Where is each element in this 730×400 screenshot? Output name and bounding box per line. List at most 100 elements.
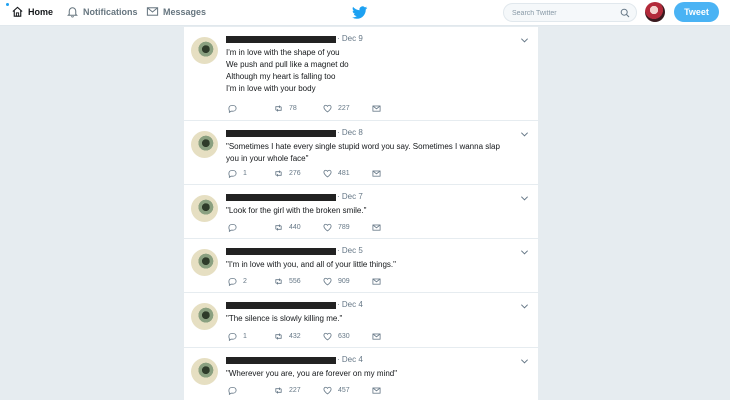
redacted-author-name[interactable]: [226, 194, 336, 201]
redacted-author-name[interactable]: [226, 130, 336, 137]
tweet-date[interactable]: · Dec 4: [337, 300, 363, 309]
nav-notifications[interactable]: Notifications: [66, 5, 138, 18]
retweet-count: 78: [289, 105, 297, 112]
reply-button[interactable]: [228, 386, 243, 395]
retweet-button[interactable]: 432: [274, 332, 301, 341]
nav-home-label: Home: [28, 6, 54, 17]
tweet-author-avatar[interactable]: [191, 249, 218, 276]
redacted-author-name[interactable]: [226, 357, 336, 364]
tweet-item[interactable]: · Dec 4 "The silence is slowly killing m…: [184, 293, 538, 348]
tweet-author-avatar[interactable]: [191, 195, 218, 222]
tweet-author-avatar[interactable]: [191, 303, 218, 330]
like-button[interactable]: 630: [323, 332, 350, 341]
envelope-icon: [372, 105, 381, 112]
retweet-icon: [275, 333, 282, 340]
search-box[interactable]: [503, 3, 637, 22]
tweet-item[interactable]: · Dec 9 I'm in love with the shape of yo…: [184, 27, 538, 121]
retweet-button[interactable]: 78: [274, 104, 297, 113]
like-button[interactable]: 481: [323, 169, 350, 178]
tweet-text-line: "I'm in love with you, and all of your l…: [226, 260, 396, 269]
nav-home[interactable]: Home: [11, 5, 53, 18]
direct-message-button[interactable]: [372, 386, 387, 395]
tweet-text-line: I'm in love with the shape of you: [226, 48, 340, 57]
tweet-author-avatar[interactable]: [191, 37, 218, 64]
tweet-item[interactable]: · Dec 4 "Wherever you are, you are forev…: [184, 348, 538, 400]
like-count: 909: [338, 278, 350, 285]
tweet-date[interactable]: · Dec 7: [337, 192, 363, 201]
tweet-date[interactable]: · Dec 9: [337, 34, 363, 43]
reply-button[interactable]: 2: [228, 277, 247, 286]
reply-button[interactable]: [228, 223, 243, 232]
like-count: 789: [338, 224, 350, 231]
tweet-date[interactable]: · Dec 8: [337, 128, 363, 137]
retweet-button[interactable]: 276: [274, 169, 301, 178]
retweet-icon: [275, 224, 282, 231]
like-count: 630: [338, 333, 350, 340]
tweet-date-text: Dec 4: [341, 300, 363, 309]
tweet-date-text: Dec 4: [341, 355, 363, 364]
retweet-button[interactable]: 556: [274, 277, 301, 286]
like-button[interactable]: 909: [323, 277, 350, 286]
tweet-text: I'm in love with the shape of you We pus…: [226, 47, 531, 95]
tweet-text: "The silence is slowly killing me.": [226, 313, 531, 325]
tweet-date[interactable]: · Dec 5: [337, 246, 363, 255]
redacted-author-name[interactable]: [226, 36, 336, 43]
direct-message-button[interactable]: [372, 104, 387, 113]
search-icon[interactable]: [620, 8, 630, 18]
tweet-text-line: "Look for the girl with the broken smile…: [226, 206, 367, 215]
home-icon: [12, 6, 23, 17]
chevron-down-icon[interactable]: [520, 248, 529, 257]
top-navigation-bar: Home Notifications Messages Tweet: [0, 0, 730, 26]
direct-message-button[interactable]: [372, 223, 387, 232]
tweet-date-text: Dec 5: [341, 246, 363, 255]
search-input[interactable]: [512, 6, 617, 20]
reply-button[interactable]: [228, 104, 243, 113]
tweet-text-line: I'm in love with your body: [226, 84, 316, 93]
redacted-author-name[interactable]: [226, 302, 336, 309]
retweet-button[interactable]: 440: [274, 223, 301, 232]
chevron-down-icon[interactable]: [520, 130, 529, 139]
reply-icon: [228, 386, 237, 395]
chevron-down-icon[interactable]: [520, 36, 529, 45]
tweet-text: "I'm in love with you, and all of your l…: [226, 259, 531, 271]
reply-button[interactable]: 1: [228, 332, 247, 341]
redacted-author-name[interactable]: [226, 248, 336, 255]
tweet-button[interactable]: Tweet: [674, 2, 719, 22]
tweet-text-line: We push and pull like a magnet do: [226, 60, 349, 69]
retweet-count: 556: [289, 278, 301, 285]
tweet-actions: 1 276 481: [228, 169, 388, 179]
tweet-actions: 440 789: [228, 223, 388, 233]
reply-button[interactable]: 1: [228, 169, 247, 178]
like-button[interactable]: 227: [323, 104, 350, 113]
direct-message-button[interactable]: [372, 277, 387, 286]
nav-messages[interactable]: Messages: [146, 5, 206, 18]
user-avatar[interactable]: [645, 2, 665, 22]
like-count: 481: [338, 170, 350, 177]
tweet-item[interactable]: · Dec 8 "Sometimes I hate every single s…: [184, 121, 538, 185]
new-activity-dot: [6, 3, 9, 6]
tweet-text-line: you in your whole face": [226, 154, 309, 163]
direct-message-button[interactable]: [372, 169, 387, 178]
retweet-count: 432: [289, 333, 301, 340]
tweet-author-avatar[interactable]: [191, 358, 218, 385]
chevron-down-icon[interactable]: [520, 357, 529, 366]
tweet-item[interactable]: · Dec 5 "I'm in love with you, and all o…: [184, 239, 538, 293]
retweet-icon: [275, 278, 282, 285]
tweet-actions: 78 227: [228, 104, 388, 114]
like-button[interactable]: 789: [323, 223, 350, 232]
envelope-icon: [372, 224, 381, 231]
chevron-down-icon[interactable]: [520, 194, 529, 203]
tweet-text-line: Although my heart is falling too: [226, 72, 336, 81]
tweet-item[interactable]: · Dec 7 "Look for the girl with the brok…: [184, 185, 538, 239]
reply-count: 2: [243, 278, 247, 285]
direct-message-button[interactable]: [372, 332, 387, 341]
nav-messages-label: Messages: [163, 6, 207, 17]
twitter-bird-icon[interactable]: [352, 6, 368, 20]
chevron-down-icon[interactable]: [520, 302, 529, 311]
tweet-actions: 1 432 630: [228, 332, 388, 342]
tweet-date[interactable]: · Dec 4: [337, 355, 363, 364]
retweet-button[interactable]: 227: [274, 386, 301, 395]
tweet-author-avatar[interactable]: [191, 131, 218, 158]
heart-icon: [323, 104, 332, 113]
like-button[interactable]: 457: [323, 386, 350, 395]
